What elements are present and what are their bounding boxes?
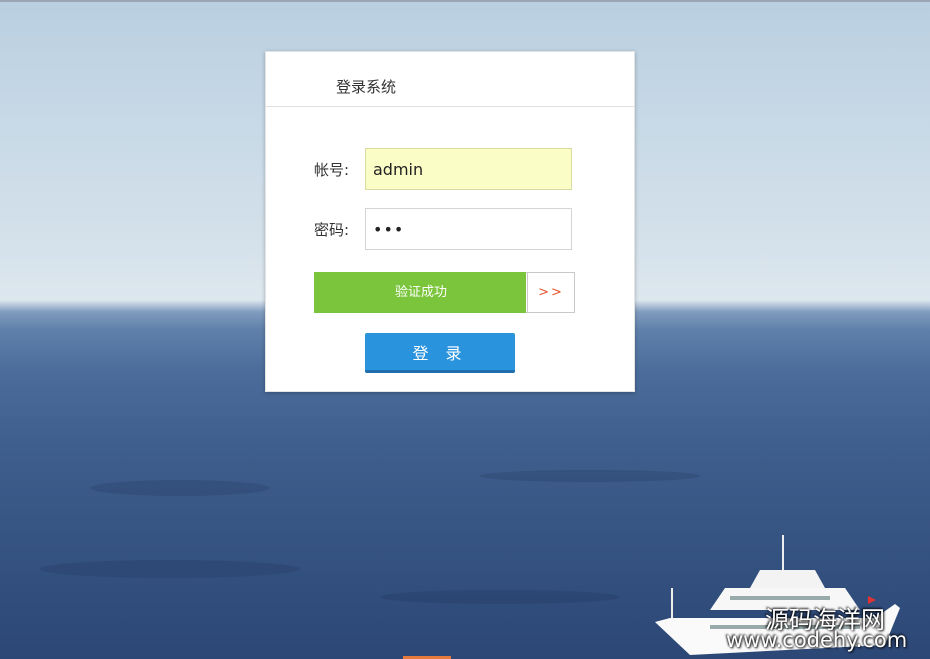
sea-wave bbox=[480, 470, 700, 482]
password-input[interactable] bbox=[365, 208, 572, 250]
password-label: 密码: bbox=[314, 221, 350, 239]
login-button[interactable]: 登 录 bbox=[365, 333, 515, 373]
watermark-url: www.codehy.com bbox=[726, 628, 908, 652]
sea-wave bbox=[90, 480, 270, 496]
panel-title: 登录系统 bbox=[336, 78, 397, 96]
top-border bbox=[0, 0, 930, 2]
slide-verify-status: 验证成功 bbox=[394, 285, 447, 300]
sea-wave bbox=[380, 590, 620, 604]
sea-wave bbox=[40, 560, 300, 578]
login-panel: 登录系统 帐号: 密码: 验证成功 >> 登 录 bbox=[265, 51, 635, 392]
slide-verify[interactable]: 验证成功 >> bbox=[314, 272, 575, 313]
username-label: 帐号: bbox=[314, 161, 350, 179]
panel-header: 登录系统 bbox=[266, 52, 634, 107]
slide-verify-handle[interactable]: >> bbox=[527, 272, 575, 313]
username-input[interactable] bbox=[365, 148, 572, 190]
